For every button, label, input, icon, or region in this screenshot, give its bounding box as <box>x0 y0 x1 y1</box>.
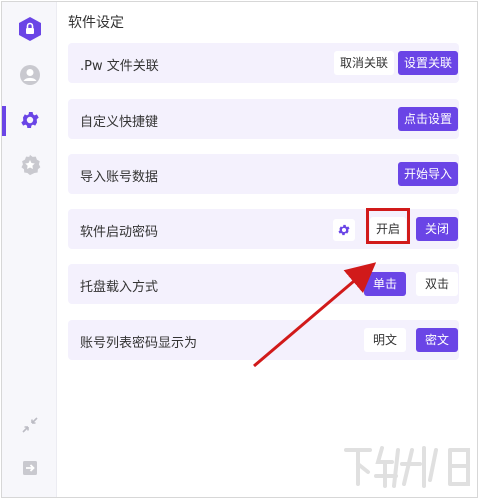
disable-password-button[interactable]: 关闭 <box>416 217 458 241</box>
single-click-button[interactable]: 单击 <box>364 272 406 296</box>
collapse-arrows-icon <box>22 417 38 433</box>
ciphertext-button[interactable]: 密文 <box>416 328 458 352</box>
sidebar <box>2 2 57 497</box>
associate-button[interactable]: 设置关联 <box>398 51 458 75</box>
app-window: 软件设定 .Pw 文件关联 取消关联 设置关联 自定义快捷键 点击设置 导入账号… <box>1 1 478 498</box>
nav-settings[interactable] <box>17 107 43 133</box>
enable-password-button[interactable]: 开启 <box>370 217 406 241</box>
gear-icon <box>21 112 39 128</box>
app-logo-icon <box>17 16 43 42</box>
settings-panel: 软件设定 .Pw 文件关联 取消关联 设置关联 自定义快捷键 点击设置 导入账号… <box>56 2 477 497</box>
double-click-button[interactable]: 双击 <box>416 272 458 296</box>
set-hotkey-button[interactable]: 点击设置 <box>398 107 458 131</box>
nav-account[interactable] <box>17 62 43 88</box>
row-pw-association: .Pw 文件关联 取消关联 设置关联 <box>68 43 459 83</box>
gear-icon <box>338 224 350 236</box>
row-label: 导入账号数据 <box>80 170 159 185</box>
row-label: 软件启动密码 <box>80 225 159 240</box>
logout-button[interactable] <box>17 455 43 481</box>
row-label: 托盘载入方式 <box>80 280 159 295</box>
row-label: .Pw 文件关联 <box>80 59 159 74</box>
unassociate-button[interactable]: 取消关联 <box>334 51 394 75</box>
plaintext-button[interactable]: 明文 <box>364 328 406 352</box>
active-indicator <box>2 106 6 136</box>
logout-icon <box>23 461 37 475</box>
row-import: 导入账号数据 开始导入 <box>68 154 459 194</box>
collapse-button[interactable] <box>17 412 43 438</box>
user-icon <box>20 65 40 85</box>
password-settings-button[interactable] <box>333 219 355 241</box>
start-import-button[interactable]: 开始导入 <box>398 162 458 186</box>
row-startup-password: 软件启动密码 开启 关闭 <box>68 209 459 249</box>
row-tray-mode: 托盘载入方式 单击 双击 <box>68 264 459 304</box>
row-label: 账号列表密码显示为 <box>80 336 198 351</box>
row-hotkey: 自定义快捷键 点击设置 <box>68 99 459 139</box>
nav-premium[interactable] <box>17 152 43 178</box>
row-label: 自定义快捷键 <box>80 115 159 130</box>
row-password-display: 账号列表密码显示为 明文 密文 <box>68 320 459 360</box>
badge-star-icon <box>21 154 41 176</box>
page-title: 软件设定 <box>68 15 124 31</box>
